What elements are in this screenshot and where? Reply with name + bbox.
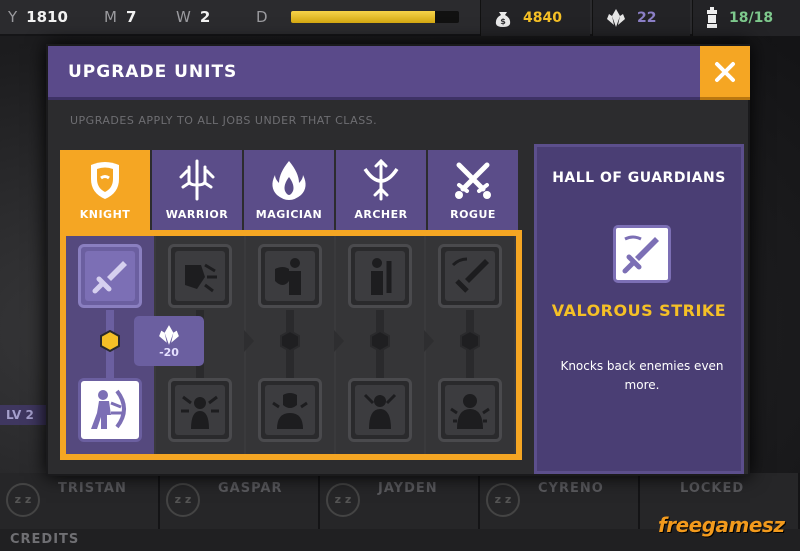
tab-label: ARCHER <box>354 208 408 221</box>
bow-icon <box>363 159 399 201</box>
upgrade-slot[interactable] <box>348 378 412 442</box>
tab-label: KNIGHT <box>79 208 131 221</box>
skill-icon-frame <box>613 225 671 283</box>
d-progress-fill <box>290 11 436 23</box>
locked-node-icon <box>460 330 480 352</box>
upgrade-slot[interactable] <box>168 244 232 308</box>
dialog-title: UPGRADE UNITS <box>68 62 238 82</box>
coins-counter: $ 4840 <box>480 0 590 36</box>
stat-w: W2 <box>176 8 211 26</box>
taunt-icon <box>363 393 397 429</box>
roster-name: LOCKED <box>680 481 745 496</box>
defend-icon <box>272 393 308 429</box>
close-icon <box>715 61 735 82</box>
upgrade-units-dialog: UPGRADE UNITS UPGRADES APPLY TO ALL JOBS… <box>46 44 750 476</box>
tab-magician[interactable]: MAGICIAN <box>244 150 334 230</box>
upgrade-slot[interactable] <box>168 378 232 442</box>
tab-label: MAGICIAN <box>255 208 323 221</box>
roster-slot[interactable]: z z CYRENO <box>480 473 640 529</box>
gems-value: 22 <box>637 10 657 26</box>
crossed-daggers-icon <box>455 162 491 199</box>
crystal-icon <box>159 324 179 345</box>
upgrade-column <box>244 236 334 454</box>
upgrade-slot[interactable] <box>78 244 142 308</box>
fortify-icon <box>450 394 490 429</box>
stat-y-value: 1810 <box>26 8 68 26</box>
stat-d: D <box>248 0 467 34</box>
sleep-icon: z z <box>166 483 200 517</box>
sleep-icon: z z <box>6 483 40 517</box>
roster-name: JAYDEN <box>378 481 438 496</box>
roster-name: GASPAR <box>218 481 283 496</box>
stat-y: Y 1810 <box>8 8 68 26</box>
money-bag-icon: $ <box>495 12 511 27</box>
upgrade-slot[interactable] <box>438 378 502 442</box>
dialog-subtitle: UPGRADES APPLY TO ALL JOBS UNDER THAT CL… <box>70 114 378 127</box>
gems-counter: 22 <box>592 0 690 36</box>
population-counter: 18/18 <box>692 0 800 36</box>
roster-slot[interactable]: z z JAYDEN <box>320 473 480 529</box>
roster-name: TRISTAN <box>58 481 127 496</box>
roster-slot[interactable]: z z TRISTAN <box>0 473 160 529</box>
tab-rogue[interactable]: ROGUE <box>428 150 518 230</box>
game-screen: LV 2 z z TRISTAN z z GASPAR z z JAYDEN z z C… <box>0 0 800 551</box>
upgrade-cost-badge[interactable]: -20 <box>134 316 204 366</box>
sleep-icon: z z <box>486 483 520 517</box>
shield-icon <box>91 162 119 199</box>
sword-icon <box>92 261 127 294</box>
locked-node-icon <box>370 330 390 352</box>
lantern-icon <box>707 7 717 28</box>
population-value: 18/18 <box>729 10 774 26</box>
rally-icon <box>181 395 219 429</box>
tab-warrior[interactable]: WARRIOR <box>152 150 242 230</box>
skill-description: Knocks back enemies even more. <box>560 359 724 392</box>
stat-m: M7 <box>104 8 137 26</box>
upgrade-column: -20 <box>134 236 244 454</box>
knight-strike-icon <box>91 389 126 429</box>
guard-stance-icon <box>371 258 392 295</box>
close-button[interactable] <box>700 46 750 100</box>
flame-icon <box>272 161 306 200</box>
upgrade-cost-value: -20 <box>159 345 179 359</box>
shield-bash-icon <box>185 263 217 293</box>
skill-name: VALOROUS STRIKE <box>551 301 727 320</box>
upgrade-column <box>424 236 514 454</box>
stat-w-value: 2 <box>199 8 211 26</box>
tab-knight[interactable]: KNIGHT <box>60 150 150 230</box>
upgrade-slot[interactable] <box>258 378 322 442</box>
upgrade-slot[interactable] <box>348 244 412 308</box>
sleep-icon: z z <box>326 483 360 517</box>
unlocked-node-icon <box>100 330 120 352</box>
crystal-icon <box>607 9 625 27</box>
d-progress-bar <box>290 11 459 23</box>
coins-value: 4840 <box>523 10 562 26</box>
upgrade-column <box>334 236 424 454</box>
upgrade-slot-selected[interactable] <box>78 378 142 442</box>
trident-icon <box>179 159 215 201</box>
upgrade-slot[interactable] <box>258 244 322 308</box>
tab-archer[interactable]: ARCHER <box>336 150 426 230</box>
valorous-strike-icon <box>622 235 659 274</box>
svg-text:$: $ <box>500 17 506 26</box>
heavy-slash-icon <box>451 257 489 293</box>
watermark: freegamesz <box>658 513 785 537</box>
roster-name: CYRENO <box>538 481 604 496</box>
tab-label: WARRIOR <box>165 208 229 221</box>
locked-node-icon <box>280 330 300 352</box>
upgrade-grid: -20 <box>60 230 522 460</box>
stat-m-value: 7 <box>125 8 137 26</box>
upgrade-slot[interactable] <box>438 244 502 308</box>
tab-label: ROGUE <box>450 208 496 221</box>
class-tabs: KNIGHT WARRIOR MAGICIAN ARCHER ROGUE <box>60 150 520 230</box>
skill-info-panel: HALL OF GUARDIANS VALOROUS STRIKE Knocks… <box>534 144 744 474</box>
level-badge: LV 2 <box>0 405 48 425</box>
roster-slot[interactable]: z z GASPAR <box>160 473 320 529</box>
hall-name: HALL OF GUARDIANS <box>552 170 726 186</box>
dialog-header: UPGRADE UNITS <box>48 46 700 100</box>
shield-guard-icon <box>275 258 301 295</box>
